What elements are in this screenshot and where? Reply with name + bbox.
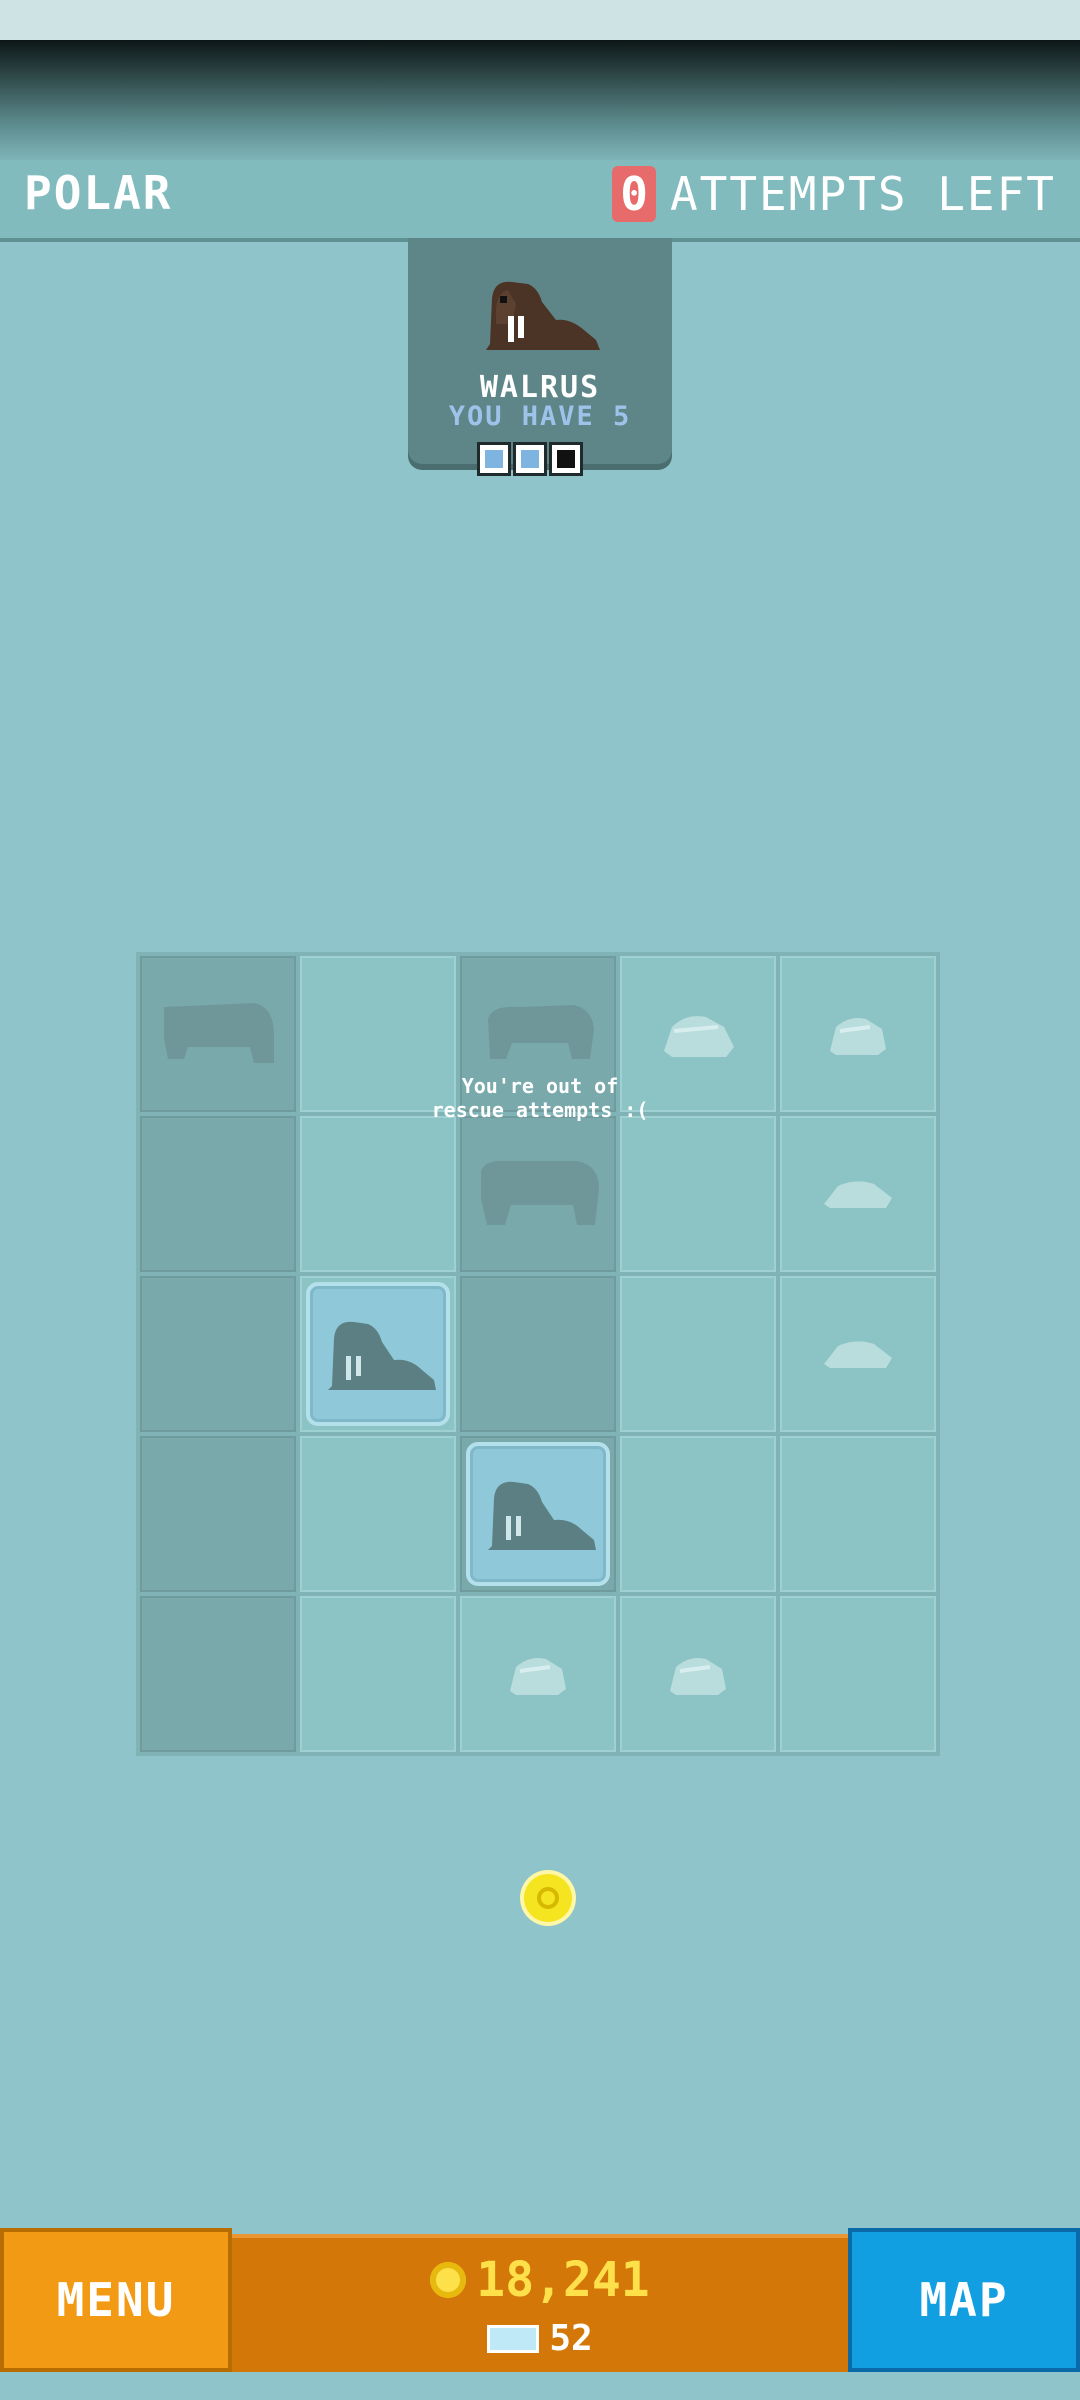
navigation-strip	[0, 2372, 1080, 2400]
grid-cell[interactable]	[780, 1596, 936, 1752]
grid-cell[interactable]	[140, 1596, 296, 1752]
snow-rock-icon	[824, 1181, 892, 1208]
coin-balance: 18,241	[232, 2252, 848, 2308]
grid-cell[interactable]	[300, 1436, 456, 1592]
grid-cell[interactable]	[620, 1436, 776, 1592]
grid-cell[interactable]	[140, 956, 296, 1112]
walrus-silhouette-icon	[481, 1160, 599, 1225]
snow-rock-icon	[830, 1018, 886, 1055]
coin-amount: 18,241	[476, 2252, 650, 2308]
gem-icon	[487, 2324, 540, 2353]
rescue-progress	[480, 445, 580, 473]
grid-cell[interactable]	[460, 1276, 616, 1432]
top-shade	[0, 40, 1080, 160]
attempts-count: 0	[612, 166, 656, 222]
grid-cell[interactable]	[300, 1276, 456, 1432]
grid-cell[interactable]	[140, 1276, 296, 1432]
message-line-1: You're out of	[461, 1074, 619, 1098]
animal-card[interactable]: WALRUS YOU HAVE 5	[408, 238, 672, 473]
grid-cell[interactable]	[460, 1596, 616, 1752]
snow-rock-icon	[664, 1016, 734, 1057]
grid-cell[interactable]	[620, 1276, 776, 1432]
attempts-indicator: 0 ATTEMPTS LEFT	[612, 166, 1056, 222]
grid-cell[interactable]	[460, 1116, 616, 1272]
grid-cell[interactable]	[140, 1436, 296, 1592]
coin-pickup-icon[interactable]	[524, 1874, 572, 1922]
message-line-2: rescue attempts :(	[431, 1098, 649, 1122]
walrus-icon	[488, 1481, 596, 1550]
menu-button[interactable]: MENU	[0, 2228, 232, 2372]
grid-cell[interactable]	[620, 1596, 776, 1752]
status-bar	[0, 0, 1080, 40]
snow-rock-icon	[824, 1341, 892, 1368]
grid-cell[interactable]	[780, 956, 936, 1112]
grid-cell[interactable]	[460, 1436, 616, 1592]
gem-amount: 52	[549, 2318, 593, 2359]
snow-rock-icon	[510, 1658, 566, 1695]
grid-cell[interactable]	[780, 1436, 936, 1592]
snow-rock-icon	[670, 1658, 726, 1695]
animal-count: YOU HAVE 5	[448, 401, 632, 432]
grid-cell[interactable]	[780, 1116, 936, 1272]
walrus-silhouette-icon	[164, 1003, 274, 1063]
coin-icon	[430, 2262, 467, 2298]
walrus-icon	[486, 281, 600, 350]
gem-balance: 52	[232, 2318, 848, 2359]
progress-box-2	[516, 445, 544, 473]
attempts-label: ATTEMPTS LEFT	[669, 167, 1056, 221]
walrus-icon	[328, 1321, 436, 1390]
grid-cell[interactable]	[780, 1276, 936, 1432]
progress-box-3	[552, 445, 580, 473]
grid-cell[interactable]	[620, 1116, 776, 1272]
grid-cell[interactable]	[140, 1116, 296, 1272]
map-button[interactable]: MAP	[848, 2228, 1080, 2372]
progress-box-1	[480, 445, 508, 473]
walrus-silhouette-icon	[488, 1005, 594, 1059]
animal-name: WALRUS	[479, 370, 601, 405]
out-of-attempts-message: You're out of rescue attempts :(	[390, 1074, 690, 1122]
rescue-grid	[136, 952, 940, 1756]
grid-cell[interactable]	[300, 1116, 456, 1272]
level-title: POLAR	[24, 166, 173, 220]
currency-panel: 18,241 52	[232, 2234, 848, 2378]
grid-cell[interactable]	[300, 1596, 456, 1752]
